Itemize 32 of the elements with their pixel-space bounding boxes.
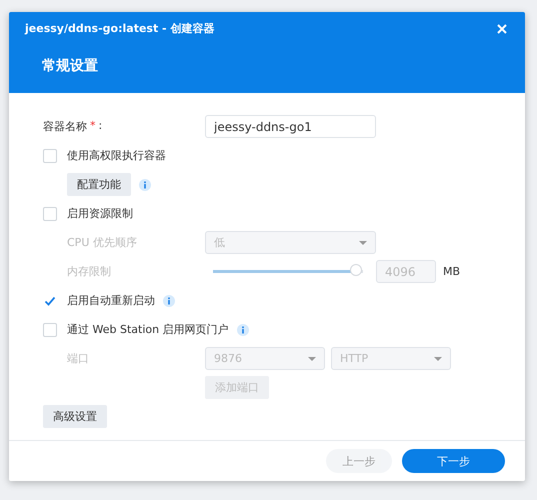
close-icon[interactable] xyxy=(497,24,507,34)
checkbox-label: 启用资源限制 xyxy=(67,206,133,221)
configure-button[interactable]: 配置功能 xyxy=(67,173,131,196)
required-mark: * xyxy=(90,119,96,134)
caret-icon xyxy=(308,356,316,360)
memory-field[interactable]: 4096 xyxy=(376,260,436,283)
cpu-priority-select[interactable]: 低 xyxy=(205,231,376,254)
info-icon[interactable] xyxy=(163,294,175,306)
colon: : xyxy=(98,119,102,134)
checkbox[interactable] xyxy=(43,206,57,220)
advanced-settings-button[interactable]: 高级设置 xyxy=(43,405,107,428)
checkbox-label: 使用高权限执行容器 xyxy=(67,148,166,163)
field-label: 容器名称 xyxy=(43,119,87,134)
next-button[interactable]: 下一步 xyxy=(402,449,505,473)
checkbox[interactable] xyxy=(43,148,57,162)
checkbox[interactable] xyxy=(43,322,57,336)
caret-icon xyxy=(434,356,442,360)
checkbox-label: 启用自动重新启动 xyxy=(67,293,155,308)
window-title: jeessy/ddns-go:latest - 创建容器 xyxy=(25,21,214,36)
port-label: 端口 xyxy=(67,351,90,366)
section-title: 常规设置 xyxy=(42,57,98,75)
unit-label: MB xyxy=(443,265,460,278)
info-icon[interactable] xyxy=(236,324,249,336)
cpu-priority-label: CPU 优先顺序 xyxy=(67,235,138,250)
name-field[interactable]: jeessy-ddns-go1 xyxy=(205,115,376,138)
add-port-button[interactable]: 添加端口 xyxy=(205,376,269,399)
checkbox-label: 通过 Web Station 启用网页门户 xyxy=(67,322,229,337)
port-select[interactable]: 9876 xyxy=(205,347,325,370)
memory-limit-label: 内存限制 xyxy=(67,264,112,279)
protocol-select[interactable]: HTTP xyxy=(331,347,451,370)
info-icon[interactable] xyxy=(139,178,151,190)
caret-icon xyxy=(359,240,367,244)
